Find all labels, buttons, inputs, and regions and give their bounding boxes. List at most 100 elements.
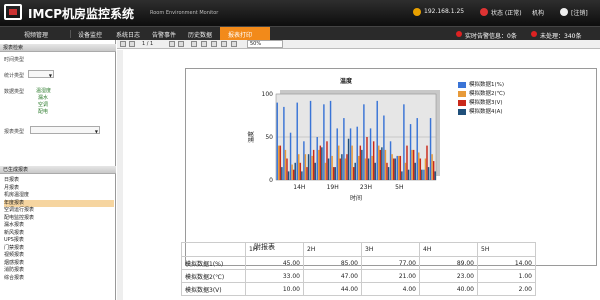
tree-item-2[interactable]: 漏水 xyxy=(38,94,48,101)
bar-3 xyxy=(401,171,403,180)
report-list-item[interactable]: 综合报表 xyxy=(4,275,114,282)
bar-3 xyxy=(307,154,310,180)
refresh-icon[interactable] xyxy=(191,41,197,47)
bar-1 xyxy=(344,158,347,180)
logout-button[interactable]: [注销] xyxy=(571,8,588,17)
legend-label: 模拟数据3(V) xyxy=(469,100,503,106)
bar-3 xyxy=(341,154,343,180)
bar-3 xyxy=(334,167,336,180)
legend-item: 模拟数据1(%) xyxy=(458,81,548,89)
prev-page-icon[interactable] xyxy=(129,41,135,47)
bar-1 xyxy=(331,155,333,180)
table-cell: 44.00 xyxy=(303,282,362,296)
report-list-item[interactable]: 年度报表 xyxy=(4,199,114,207)
bar-3 xyxy=(434,171,436,180)
table-header-cell: 5H xyxy=(477,242,536,257)
bar-0 xyxy=(329,100,332,180)
x-tick-label: 5H xyxy=(395,184,403,191)
table-cell: 4.00 xyxy=(361,282,420,296)
power-icon[interactable] xyxy=(560,8,568,16)
table-header-cell: 4H xyxy=(419,242,478,257)
legend-item: 模拟数据2(℃) xyxy=(458,90,548,98)
bar-1 xyxy=(371,155,373,180)
table-cell: 14.00 xyxy=(477,256,536,270)
report-list-item[interactable]: UPS报表 xyxy=(4,237,114,244)
find-next-icon[interactable] xyxy=(231,41,237,47)
table-cell: 21.00 xyxy=(361,269,420,283)
left-panel: 报表检索 时间类型 统计类型 ▼ 数据类型 温湿度 漏水 空调 配电 报表类型 … xyxy=(0,40,116,300)
report-list-item[interactable]: 日报表 xyxy=(4,177,114,184)
nav-history[interactable]: 历史数据 xyxy=(188,30,212,39)
bar-1 xyxy=(278,145,280,180)
bar-0 xyxy=(416,118,418,180)
app-header: IMCP机房监控系统 Room Environment Monitor 192.… xyxy=(0,0,600,26)
report-list-item[interactable]: 机房温湿度 xyxy=(4,192,114,199)
system-status[interactable]: 状态 (正常) xyxy=(491,8,522,17)
bar-2 xyxy=(339,158,342,180)
table-header-cell: 2H xyxy=(303,242,362,257)
legend-item: 模拟数据3(V) xyxy=(458,99,548,107)
bar-1 xyxy=(431,154,433,180)
main-nav: 视频管理 设备监控 系统日志 告警事件 历史数据 报表打印 实时告警信息：0条 … xyxy=(0,26,600,41)
bar-3 xyxy=(301,171,303,180)
bar-1 xyxy=(291,164,293,180)
report-list-item[interactable]: 烟感报表 xyxy=(4,260,114,267)
print-icon[interactable] xyxy=(201,41,207,47)
zoom-select[interactable]: 50% xyxy=(247,40,283,48)
bar-2 xyxy=(332,167,335,180)
report-list-item[interactable]: 空调运行报表 xyxy=(4,207,114,214)
search-icon[interactable] xyxy=(221,41,227,47)
bar-0 xyxy=(403,104,405,180)
bar-3 xyxy=(327,158,330,180)
report-list-item[interactable]: 新风报表 xyxy=(4,230,114,237)
report-type-select[interactable]: ▼ xyxy=(30,126,100,134)
bar-0 xyxy=(323,104,325,180)
report-list-item[interactable]: 视频报表 xyxy=(4,252,114,259)
report-list-item[interactable]: 月报表 xyxy=(4,185,114,192)
bar-1 xyxy=(338,145,340,180)
report-list-item[interactable]: 消防报表 xyxy=(4,267,114,274)
report-viewer: 温度 0 50 100 14H 19H 23H 5H 温度 时间 模拟数据1(%) 模拟数据2(℃… xyxy=(117,50,600,300)
bar-1 xyxy=(304,154,307,180)
realtime-alarm-count[interactable]: 实时告警信息：0条 xyxy=(465,31,517,40)
bar-0 xyxy=(343,118,345,180)
unhandled-count[interactable]: 未处理：340条 xyxy=(540,31,581,40)
bar-2 xyxy=(406,145,408,180)
nav-alarm-events[interactable]: 告警事件 xyxy=(152,30,176,39)
export-icon[interactable] xyxy=(211,41,217,47)
status-icon xyxy=(480,8,488,16)
last-page-icon[interactable] xyxy=(178,41,184,47)
report-list-title: 已生成报表 xyxy=(0,166,116,174)
first-page-icon[interactable] xyxy=(120,41,126,47)
table-row: 模拟数据2(℃) 33.00 47.00 21.00 23.00 1.00 xyxy=(181,269,536,283)
bar-3 xyxy=(294,162,296,180)
app-subtitle: Room Environment Monitor xyxy=(150,10,219,16)
report-list-item[interactable]: 门禁报表 xyxy=(4,245,114,252)
tree-item-4[interactable]: 配电 xyxy=(38,108,48,115)
nav-report-print[interactable]: 报表打印 xyxy=(228,30,252,39)
bar-0 xyxy=(396,155,398,180)
bar-3 xyxy=(281,167,283,180)
nav-device-monitor[interactable]: 设备监控 xyxy=(78,30,102,39)
nav-video[interactable]: 视频管理 xyxy=(24,30,48,39)
bar-3 xyxy=(427,167,430,180)
tree-item-3[interactable]: 空调 xyxy=(38,101,48,108)
x-tick-label: 19H xyxy=(327,184,339,191)
table-cell: 10.00 xyxy=(245,282,304,296)
bar-2 xyxy=(319,145,322,180)
server-icon xyxy=(413,8,421,16)
nav-system-log[interactable]: 系统日志 xyxy=(116,30,140,39)
bar-2 xyxy=(306,167,308,180)
tree-item-1[interactable]: 温湿度 xyxy=(36,87,51,94)
user-name[interactable]: 机构 xyxy=(532,8,544,17)
legend-swatch xyxy=(458,82,466,88)
report-list-item[interactable]: 漏水报表 xyxy=(4,222,114,229)
report-list-item[interactable]: 配电监控报表 xyxy=(4,215,114,222)
bar-1 xyxy=(364,158,367,180)
bar-0 xyxy=(423,169,425,180)
table-row: 模拟数据3(V) 10.00 44.00 4.00 40.00 2.00 xyxy=(181,282,536,296)
table-cell: 47.00 xyxy=(303,269,362,283)
next-page-icon[interactable] xyxy=(169,41,175,47)
stat-type-select[interactable]: ▼ xyxy=(28,70,54,78)
bar-3 xyxy=(414,162,416,180)
